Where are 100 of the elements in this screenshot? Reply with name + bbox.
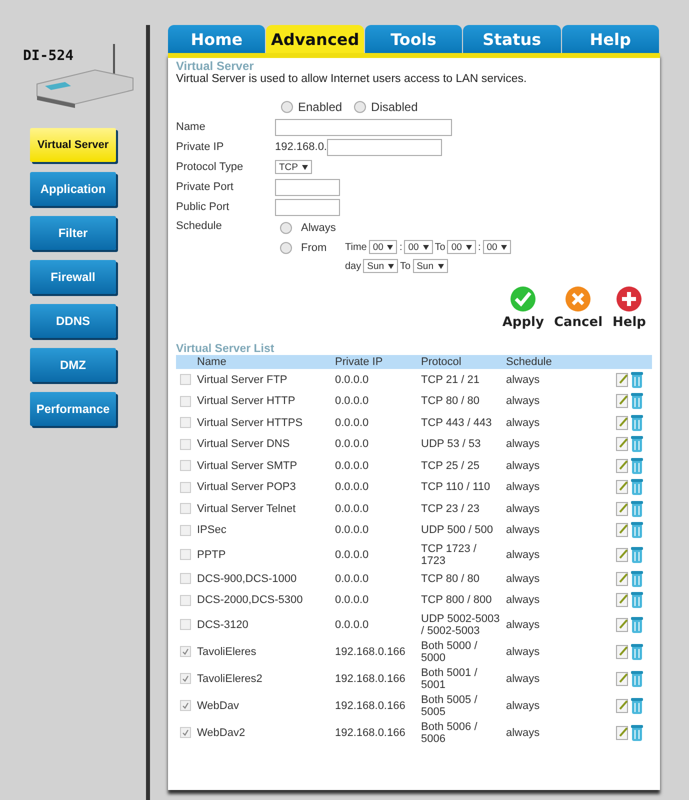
row-checkbox[interactable] (180, 646, 191, 657)
sidebar-button[interactable]: DDNS (30, 304, 116, 338)
edit-icon[interactable] (616, 500, 629, 516)
radio-label: Enabled (298, 100, 342, 114)
hour-select[interactable]: 00 (368, 240, 398, 254)
nav-tab[interactable]: Help (562, 25, 660, 53)
trash-icon[interactable] (631, 522, 643, 538)
row-checkbox[interactable] (180, 374, 191, 386)
trash-icon[interactable] (631, 546, 643, 562)
table-cell-text: 0.0.0.0 (335, 502, 370, 515)
nav-tab[interactable]: Home (168, 25, 266, 53)
edit-icon[interactable] (616, 670, 629, 686)
row-checkbox[interactable] (180, 396, 191, 407)
edit-icon[interactable] (616, 372, 629, 387)
apply-button[interactable]: Apply (502, 286, 544, 330)
row-checkbox[interactable] (180, 700, 191, 711)
trash-icon[interactable] (631, 458, 643, 474)
trash-icon[interactable] (631, 372, 643, 388)
nav-tab[interactable]: Advanced (266, 25, 364, 53)
table-cell-text: 192.168.0.166 (335, 672, 406, 684)
edit-icon[interactable] (616, 724, 629, 740)
day-label: day (345, 260, 362, 272)
ip-prefix: 192.168.0. (275, 141, 327, 153)
edit-icon[interactable] (616, 592, 629, 608)
sidebar-button[interactable]: Application (30, 172, 116, 206)
edit-icon[interactable] (616, 644, 629, 658)
edit-icon[interactable] (616, 698, 629, 712)
sidebar-button[interactable]: Firewall (30, 260, 116, 294)
row-checkbox[interactable] (180, 503, 191, 514)
sidebar-button[interactable]: DMZ (30, 348, 116, 382)
nav-tab[interactable]: Status (463, 25, 561, 53)
minute-select[interactable]: 00 (404, 240, 433, 254)
ip-input[interactable] (327, 138, 442, 156)
table-cell-text: 0.0.0.0 (335, 374, 370, 386)
edit-icon[interactable] (616, 458, 629, 473)
name-input[interactable] (275, 118, 452, 136)
radio-button[interactable] (354, 101, 366, 113)
help-button[interactable]: Help (612, 286, 646, 330)
row-checkbox[interactable] (180, 573, 191, 584)
row-checkbox[interactable] (180, 549, 191, 560)
radio-button[interactable] (280, 222, 292, 234)
radio-button[interactable] (280, 242, 292, 254)
trash-icon[interactable] (631, 570, 643, 587)
row-checkbox[interactable] (180, 727, 191, 738)
table-cell-text: TavoliEleres2 (197, 672, 264, 684)
time-separator: : (399, 242, 402, 252)
table-cell-text: always (506, 548, 541, 560)
row-checkbox[interactable] (180, 482, 191, 493)
table-cell-text: DCS-900,DCS-1000 (197, 572, 298, 585)
row-checkbox[interactable] (180, 417, 191, 428)
caret-icon (422, 244, 429, 250)
edit-icon[interactable] (616, 570, 629, 586)
table-cell-text: TCP 25 / 25 (421, 460, 480, 472)
trash-icon[interactable] (631, 592, 643, 608)
sidebar-button[interactable]: Performance (30, 392, 116, 426)
row-checkbox[interactable] (180, 524, 191, 536)
row-checkbox[interactable] (180, 438, 191, 450)
trash-icon[interactable] (631, 724, 643, 740)
table-cell-text: Virtual Server POP3 (197, 481, 297, 494)
trash-icon[interactable] (631, 500, 643, 517)
row-checkbox[interactable] (180, 460, 191, 472)
trash-icon[interactable] (631, 616, 643, 632)
field-label: Name (176, 121, 206, 133)
radio-button[interactable] (281, 101, 293, 113)
row-checkbox[interactable] (180, 673, 191, 684)
edit-icon[interactable] (616, 393, 629, 408)
row-checkbox[interactable] (180, 594, 191, 606)
table-cell-text: TCP 80 / 80 (421, 572, 480, 585)
sidebar-button[interactable]: Virtual Server (30, 128, 116, 162)
edit-icon[interactable] (616, 436, 629, 452)
cancel-button[interactable]: Cancel (554, 286, 603, 330)
table-cell-text: TCP 800 / 800 (421, 594, 493, 606)
port-input[interactable] (275, 198, 340, 216)
trash-icon[interactable] (631, 436, 643, 452)
edit-icon[interactable] (616, 616, 629, 632)
hour-select[interactable]: 00 (447, 240, 476, 254)
day-select[interactable]: Sun (412, 259, 448, 273)
port-input[interactable] (275, 178, 340, 196)
trash-icon[interactable] (631, 670, 643, 686)
edit-icon[interactable] (616, 414, 629, 430)
sidebar-button[interactable]: Filter (30, 216, 116, 250)
edit-icon[interactable] (616, 522, 629, 538)
trash-icon[interactable] (631, 479, 643, 496)
day-select[interactable]: Sun (363, 259, 398, 273)
trash-icon[interactable] (631, 644, 643, 660)
trash-icon[interactable] (631, 393, 643, 410)
nav-tab[interactable]: Tools (364, 25, 462, 53)
table-cell-text: Virtual Server Telnet (197, 502, 297, 515)
caret-icon (387, 244, 394, 250)
table-cell-text: 0.0.0.0 (335, 438, 370, 450)
trash-icon[interactable] (631, 698, 643, 714)
caret-icon (388, 264, 394, 268)
protocol-select[interactable]: TCP (275, 160, 312, 174)
minute-select[interactable]: 00 (482, 240, 512, 254)
row-checkbox[interactable] (180, 619, 191, 630)
trash-icon[interactable] (631, 414, 643, 431)
edit-icon[interactable] (616, 479, 629, 494)
edit-icon[interactable] (616, 546, 629, 562)
table-cell-text: always (506, 438, 541, 450)
table-cell-text: TCP 80 / 80 (421, 395, 480, 408)
